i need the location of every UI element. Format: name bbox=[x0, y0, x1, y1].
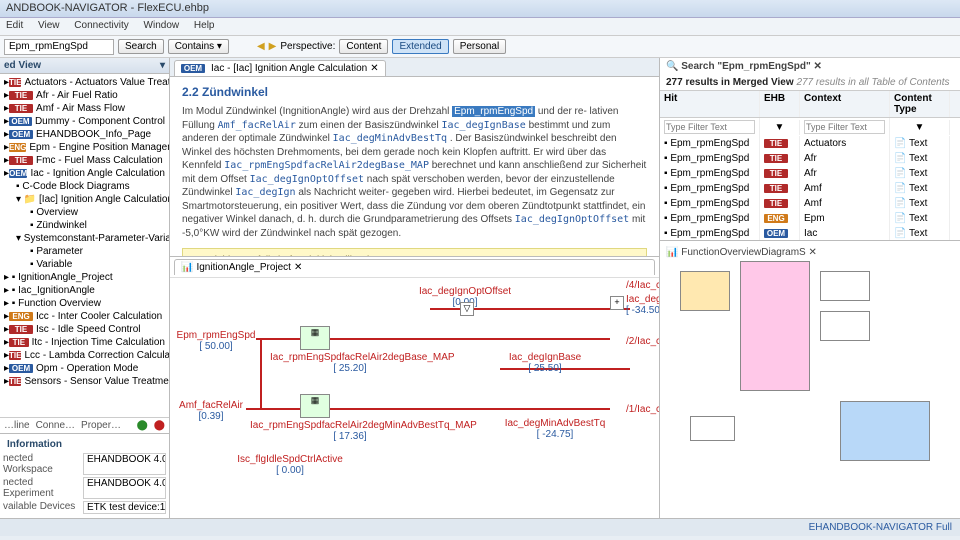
result-row[interactable]: ▪ Epm_rpmEngSpdTIEAmf📄 Text bbox=[660, 196, 960, 211]
search-results-table[interactable]: Hit EHB Context Content Type ▼ ▼ ▪ Epm_r… bbox=[660, 90, 960, 240]
result-row[interactable]: ▪ Epm_rpmEngSpdTIEAmf📄 Text bbox=[660, 181, 960, 196]
sidebar-tabs[interactable]: …lineConne…Proper… ⬤⬤ bbox=[0, 417, 169, 433]
nav-back-icon[interactable]: ◀ bbox=[257, 41, 265, 52]
calibration-note: Read this carefully before initial calib… bbox=[182, 248, 647, 257]
tree-item[interactable]: ▸ ENGEpm - Engine Position Management bbox=[2, 141, 167, 154]
block-idle[interactable]: Isc_flgIdleSpdCtrlActive[ 0.00] bbox=[230, 454, 350, 476]
tree-item[interactable]: ▸ TIELcc - Lambda Correction Calculation bbox=[2, 349, 167, 362]
menu-view[interactable]: View bbox=[38, 20, 60, 31]
tree-item[interactable]: ▸ OEMEHANDBOOK_Info_Page bbox=[2, 128, 167, 141]
result-row[interactable]: ▪ Epm_rpmEngSpdTIEAfr📄 Text bbox=[660, 151, 960, 166]
doc-heading: 2.2 Zündwinkel bbox=[182, 85, 647, 99]
sum-block[interactable]: + bbox=[610, 296, 624, 310]
result-row[interactable]: ▪ Epm_rpmEngSpdENGEpm📄 Text bbox=[660, 211, 960, 226]
calc-label-2: /2/Iac_calc bbox=[626, 336, 659, 347]
menu-window[interactable]: Window bbox=[144, 20, 180, 31]
perspective-personal[interactable]: Personal bbox=[453, 39, 506, 54]
right-sidebar: 🔍 Search "Epm_rpmEngSpd" ✕ 277 results i… bbox=[660, 58, 960, 518]
tree-item[interactable]: ▸ TIEAmf - Air Mass Flow bbox=[2, 102, 167, 115]
doc-paragraph: Im Modul Zündwinkel (IngnitionAngle) wir… bbox=[182, 105, 647, 240]
perspective-extended[interactable]: Extended bbox=[392, 39, 448, 54]
block-minadv[interactable]: Iac_degMinAdvBestTq[ -24.75] bbox=[500, 418, 610, 440]
menu-bar: Edit View Connectivity Window Help bbox=[0, 18, 960, 36]
tree-item[interactable]: ▸ OEMDummy - Component Control bbox=[2, 115, 167, 128]
block-ign[interactable]: Iac_degIgn[ -34.50] bbox=[626, 294, 659, 316]
tree-item[interactable]: ▸ TIEFmc - Fuel Mass Calculation bbox=[2, 154, 167, 167]
tree-item[interactable]: ▸ TIEActuators - Actuators Value Treatme… bbox=[2, 76, 167, 89]
contains-dropdown[interactable]: Contains ▾ bbox=[168, 39, 229, 54]
tree-item[interactable]: ▸ ENGIcc - Inter Cooler Calculation bbox=[2, 310, 167, 323]
block-ignbase[interactable]: Iac_degIgnBase[ 25.50] bbox=[500, 352, 590, 374]
navigation-tree[interactable]: ▸ TIEActuators - Actuators Value Treatme… bbox=[0, 74, 169, 417]
toolbar: Search Contains ▾ ◀ ▶ Perspective: Conte… bbox=[0, 36, 960, 58]
filter-hit[interactable] bbox=[664, 120, 755, 134]
close-icon[interactable]: ✕ bbox=[370, 63, 378, 74]
map-block-2[interactable]: ▦ bbox=[300, 394, 330, 418]
perspective-content[interactable]: Content bbox=[339, 39, 388, 54]
calc-label-4: /4/Iac_calc bbox=[626, 280, 659, 291]
menu-help[interactable]: Help bbox=[194, 20, 215, 31]
function-overview-diagram[interactable]: 📊 FunctionOverviewDiagramS ✕ bbox=[660, 240, 960, 518]
search-results-count: 277 results in Merged View 277 results i… bbox=[660, 75, 960, 90]
info-panel: Information nected WorkspaceEHANDBOOK 4.… bbox=[0, 433, 169, 518]
tree-item[interactable]: ▸ ▪ IgnitionAngle_Project bbox=[2, 271, 167, 284]
tree-item[interactable]: ▸ TIEIsc - Idle Speed Control bbox=[2, 323, 167, 336]
map-block-1[interactable]: ▦ bbox=[300, 326, 330, 350]
perspective-label: Perspective: bbox=[280, 41, 335, 52]
result-row[interactable]: ▪ Epm_rpmEngSpdOEMIac📄 Text bbox=[660, 226, 960, 240]
result-row[interactable]: ▪ Epm_rpmEngSpdTIEActuators📄 Text bbox=[660, 136, 960, 151]
window-titlebar: ANDBOOK-NAVIGATOR - FlexECU.ehbp bbox=[0, 0, 960, 18]
search-results-title: 🔍 Search "Epm_rpmEngSpd" ✕ bbox=[660, 58, 960, 75]
tree-item[interactable]: ▸ TIEAfr - Air Fuel Ratio bbox=[2, 89, 167, 102]
search-input[interactable] bbox=[4, 39, 114, 55]
filter-ctx[interactable] bbox=[804, 120, 885, 134]
block-epm[interactable]: Epm_rpmEngSpd[ 50.00] bbox=[176, 330, 256, 352]
doc-tab[interactable]: OEM Iac - [Iac] Ignition Angle Calculati… bbox=[174, 60, 386, 76]
highlighted-term: Epm_rpmEngSpd bbox=[452, 106, 535, 117]
block-diagram[interactable]: Epm_rpmEngSpd[ 50.00] Amf_facRelAir[0.39… bbox=[170, 278, 659, 518]
tree-item[interactable]: ▸ OEMIac - Ignition Angle Calculation bbox=[2, 167, 167, 180]
calc-label-1: /1/Iac_calc bbox=[626, 404, 659, 415]
document-view[interactable]: 2.2 Zündwinkel Im Modul Zündwinkel (Ingn… bbox=[170, 77, 659, 257]
menu-connectivity[interactable]: Connectivity bbox=[74, 20, 128, 31]
nav-fwd-icon[interactable]: ▶ bbox=[269, 41, 277, 52]
menu-edit[interactable]: Edit bbox=[6, 20, 23, 31]
result-row[interactable]: ▪ Epm_rpmEngSpdTIEAfr📄 Text bbox=[660, 166, 960, 181]
diagram-tab[interactable]: 📊 IgnitionAngle_Project ✕ bbox=[174, 259, 655, 275]
status-bar: EHANDBOOK-NAVIGATOR Full bbox=[0, 518, 960, 536]
tree-item[interactable]: ▸ ▪ Iac_IgnitionAngle bbox=[2, 284, 167, 297]
tree-item[interactable]: ▸ TIESensors - Sensor Value Treatment bbox=[2, 375, 167, 388]
tree-item[interactable]: ▸ TIEItc - Injection Time Calculation bbox=[2, 336, 167, 349]
tree-item[interactable]: ▸ OEMOpm - Operation Mode bbox=[2, 362, 167, 375]
block-amf[interactable]: Amf_facRelAir[0.39] bbox=[176, 400, 246, 422]
center-pane: OEM Iac - [Iac] Ignition Angle Calculati… bbox=[170, 58, 660, 518]
left-sidebar: ed View▾ ▸ TIEActuators - Actuators Valu… bbox=[0, 58, 170, 518]
tree-item[interactable]: ▸ ▪ Function Overview bbox=[2, 297, 167, 310]
view-pane-title: ed View▾ bbox=[0, 58, 169, 74]
search-button[interactable]: Search bbox=[118, 39, 164, 54]
